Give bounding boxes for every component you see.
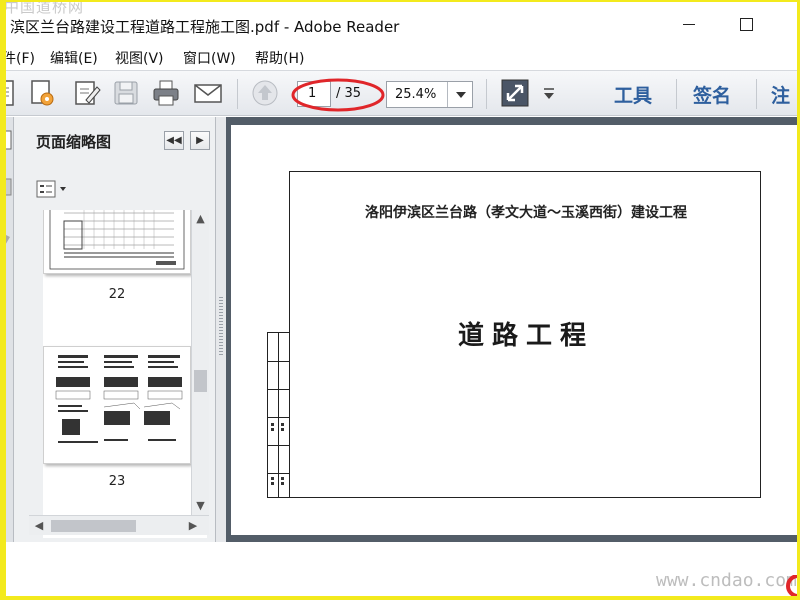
document-subtitle: 洛阳伊滨区兰台路（孝文大道～玉溪西街）建设工程 (365, 205, 687, 221)
toolbar-separator (756, 79, 757, 109)
page-thumbnails-icon[interactable] (0, 117, 14, 257)
next-panel-button[interactable]: ▶ (190, 131, 210, 150)
save-icon[interactable] (111, 78, 141, 108)
signature-marks-image (271, 423, 284, 485)
more-options-icon[interactable] (541, 78, 557, 108)
document-title: 道路工程 (457, 321, 594, 351)
toolbar-separator (676, 79, 677, 109)
thumbnail-options-button[interactable] (36, 179, 72, 199)
collapse-panel-button[interactable]: ◀◀ (164, 131, 184, 150)
zoom-select[interactable]: 25.4% (386, 81, 473, 108)
table-divider (268, 361, 289, 362)
menu-bar: 件(F) 编辑(E) 视图(V) 窗口(W) 帮助(H) (0, 44, 800, 70)
menu-edit[interactable]: 编辑(E) (50, 48, 98, 68)
thumbnail-drawing-image (55, 355, 183, 443)
document-view[interactable]: 洛阳伊滨区兰台路（孝文大道～玉溪西街）建设工程 道路工程 (226, 117, 800, 542)
menu-file[interactable]: 件(F) (2, 48, 35, 68)
email-icon[interactable] (193, 78, 223, 108)
minimize-button[interactable] (676, 12, 702, 36)
panel-splitter[interactable] (216, 117, 226, 542)
thumbnail-page-23[interactable] (43, 346, 191, 464)
create-pdf-icon[interactable] (27, 78, 57, 108)
table-divider (268, 417, 289, 418)
previous-page-icon[interactable] (250, 78, 280, 108)
splitter-grip-icon (219, 297, 223, 357)
menu-help[interactable]: 帮助(H) (255, 48, 304, 68)
navigation-pane-strip (0, 117, 14, 542)
panel-title: 页面缩略图 (36, 133, 112, 151)
tools-button[interactable]: 工具 (614, 81, 652, 108)
window-title: 滨区兰台路建设工程道路工程施工图.pdf - Adobe Reader (10, 18, 400, 36)
print-icon[interactable] (151, 78, 181, 108)
comment-button[interactable]: 注 (771, 81, 790, 108)
thumbnail-list: 22 23 (43, 210, 207, 538)
options-menu-icon (36, 180, 66, 198)
thumbnail-page-number: 23 (108, 474, 126, 489)
menu-window[interactable]: 窗口(W) (183, 48, 236, 68)
watermark-bottom: www.cndao.com (656, 570, 797, 591)
page-number-input[interactable]: 1 (297, 81, 331, 107)
open-document-icon[interactable] (0, 78, 20, 108)
sign-button[interactable]: 签名 (693, 81, 731, 108)
toolbar: 1 / 35 25.4% 工具 签名 注 (0, 70, 800, 116)
zoom-value: 25.4% (395, 87, 437, 102)
document-page: 洛阳伊滨区兰台路（孝文大道～玉溪西街）建设工程 道路工程 (231, 125, 797, 535)
menu-view[interactable]: 视图(V) (115, 48, 164, 68)
thumbnail-page-number: 22 (108, 287, 126, 302)
edit-icon[interactable] (72, 78, 102, 108)
toolbar-separator (486, 79, 487, 109)
toolbar-separator (237, 79, 238, 109)
table-divider (268, 389, 289, 390)
watermark-top: 中国道桥网 (4, 0, 85, 16)
signature-table (267, 332, 290, 498)
fit-page-icon[interactable] (500, 78, 530, 108)
thumbnail-page-22[interactable] (43, 210, 191, 274)
maximize-button[interactable] (732, 12, 758, 36)
page-total-label: / 35 (336, 86, 362, 101)
thumbnail-drawing-image (49, 210, 185, 270)
status-area: www.cndao.com (0, 542, 800, 600)
title-bar: 滨区兰台路建设工程道路工程施工图.pdf - Adobe Reader (0, 0, 800, 44)
logo-corner-icon (786, 575, 800, 597)
chevron-down-icon[interactable] (447, 82, 472, 107)
